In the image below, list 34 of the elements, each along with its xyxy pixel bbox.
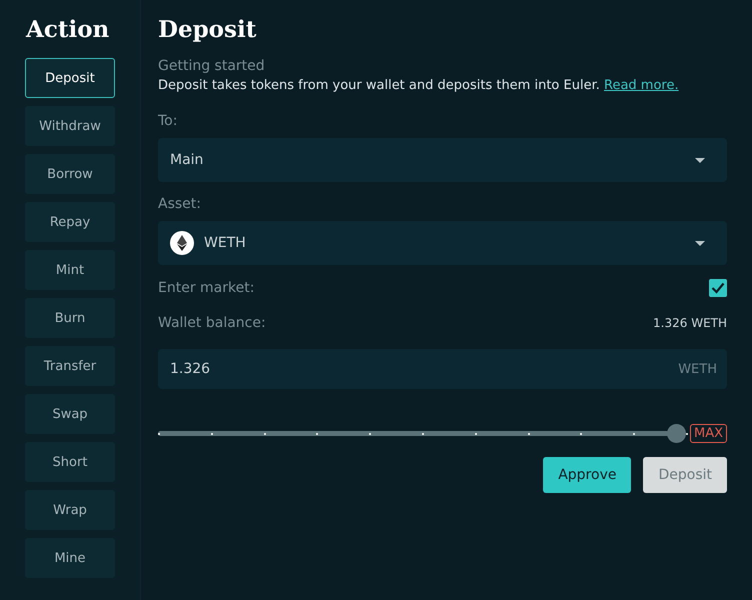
- sidebar-title: Action: [26, 16, 110, 43]
- intro-text: Deposit takes tokens from your wallet and deposits them into Euler. Read more.: [158, 78, 680, 93]
- account-select[interactable]: Main: [158, 138, 727, 182]
- read-more-link[interactable]: Read more.: [604, 78, 679, 93]
- unit-label: WETH: [678, 362, 717, 376]
- caret-icon: [695, 158, 705, 162]
- action-tab[interactable]: Withdraw: [25, 106, 115, 146]
- amount-slider[interactable]: [158, 424, 686, 443]
- field-label: To:: [158, 113, 178, 129]
- amount-value: 1.326: [170, 361, 210, 377]
- caret-icon: [695, 240, 705, 246]
- action-tab[interactable]: Wrap: [25, 490, 115, 530]
- field-label: Enter market:: [158, 280, 254, 296]
- action-tab[interactable]: Mint: [25, 250, 115, 290]
- max-button[interactable]: MAX: [690, 424, 727, 443]
- action-button[interactable]: Approve: [543, 457, 632, 493]
- action-tab[interactable]: Borrow: [25, 154, 115, 194]
- amount-field[interactable]: 1.326 WETH: [158, 349, 727, 389]
- slider-handle[interactable]: [666, 424, 686, 443]
- action-tab[interactable]: Deposit: [25, 58, 115, 98]
- ethereum-icon: [170, 231, 194, 255]
- page-title: Deposit: [158, 16, 258, 43]
- action-tab[interactable]: Burn: [25, 298, 115, 338]
- wallet-balance: 1.326 WETH: [653, 316, 727, 330]
- action-tab[interactable]: Swap: [25, 394, 115, 434]
- action-tab[interactable]: Short: [25, 442, 115, 482]
- field-label: Wallet balance:: [158, 315, 266, 331]
- action-tab[interactable]: Transfer: [25, 346, 115, 386]
- asset-select[interactable]: WETH: [158, 221, 727, 265]
- intro-heading: Getting started: [158, 58, 266, 74]
- field-label: Asset:: [158, 196, 202, 212]
- action-tab[interactable]: Repay: [25, 202, 115, 242]
- checkbox[interactable]: [709, 279, 727, 297]
- action-tab[interactable]: Mine: [25, 538, 115, 578]
